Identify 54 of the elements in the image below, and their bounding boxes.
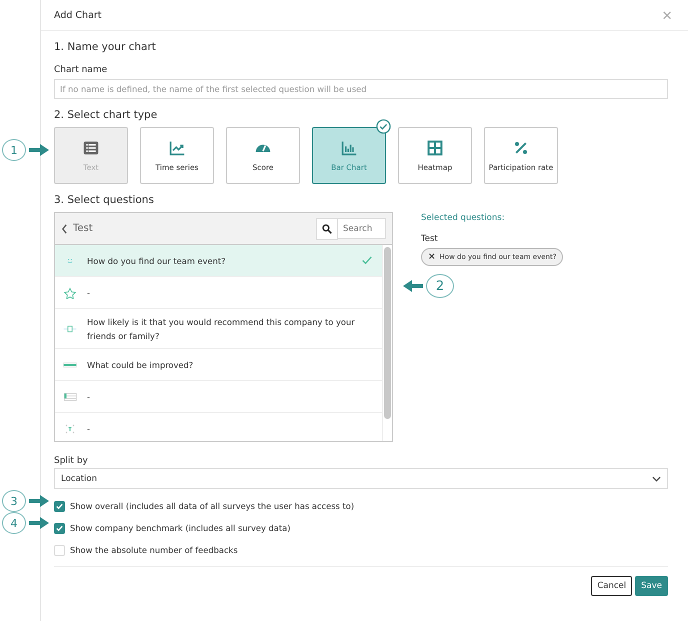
text-box-icon — [63, 422, 77, 434]
search-field[interactable]: Search — [338, 218, 386, 239]
chevron-down-icon — [652, 476, 661, 482]
question-text: - — [87, 286, 91, 300]
grid-icon — [427, 140, 443, 156]
callout-number: 3 — [2, 490, 26, 512]
checkbox-label: Show company benchmark (includes all survey data) — [70, 523, 290, 533]
chart-name-field[interactable]: If no name is defined, the name of the first selected question will be used — [54, 79, 668, 99]
callout-number: 1 — [2, 139, 26, 161]
checkbox[interactable] — [54, 500, 65, 512]
question-text: How do you find our team event? — [87, 254, 227, 268]
question-text: - — [87, 422, 91, 436]
scrollbar[interactable] — [382, 245, 392, 441]
question-text: What could be improved? — [87, 358, 194, 372]
question-item[interactable]: - — [55, 277, 382, 309]
field-label: Split by — [54, 456, 89, 466]
section-heading: 3. Select questions — [54, 194, 155, 208]
callout-number: 4 — [2, 512, 26, 534]
line-chart-icon — [169, 140, 185, 156]
question-item[interactable]: How likely is it that you would recommend this company to your friends or family? — [55, 309, 382, 349]
question-text: - — [87, 390, 91, 404]
cancel-button[interactable]: Cancel — [591, 576, 632, 596]
list-icon — [63, 390, 77, 402]
chevron-left-icon — [61, 224, 68, 234]
section-heading: 1. Name your chart — [54, 41, 157, 55]
callout-number: 2 — [426, 274, 454, 298]
percent-icon — [513, 140, 529, 156]
group-label: Test — [421, 234, 439, 244]
list-icon — [83, 140, 99, 156]
question-item[interactable]: How do you find our team event? — [55, 245, 382, 277]
checkbox[interactable] — [54, 522, 65, 534]
bar-chart-icon — [341, 140, 357, 156]
dialog-title: Add Chart — [54, 10, 102, 20]
section-heading: 2. Select chart type — [54, 109, 158, 123]
question-item[interactable]: - — [55, 381, 382, 413]
save-button[interactable]: Save — [635, 576, 668, 596]
arrow-icon — [29, 517, 49, 529]
field-label: Chart name — [54, 65, 108, 75]
check-icon — [362, 256, 372, 265]
back-button[interactable]: Test — [61, 223, 93, 234]
split-by-dropdown[interactable]: Location — [54, 468, 668, 489]
question-item[interactable]: - — [55, 413, 382, 441]
arrow-icon — [29, 144, 49, 156]
selected-heading: Selected questions: — [421, 213, 506, 223]
checkbox-label: Show overall (includes all data of all surveys the user has access to) — [70, 501, 354, 511]
star-icon — [63, 286, 77, 298]
remove-icon[interactable]: × — [428, 252, 436, 262]
search-icon — [316, 218, 338, 240]
arrow-icon — [29, 495, 49, 507]
arrow-icon — [403, 280, 423, 292]
question-item[interactable]: What could be improved? — [55, 349, 382, 381]
check-icon — [376, 119, 391, 134]
checkbox-label: Show the absolute number of feedbacks — [70, 545, 238, 555]
question-text: How likely is it that you would recommend this company to your friends or family? — [87, 316, 356, 342]
